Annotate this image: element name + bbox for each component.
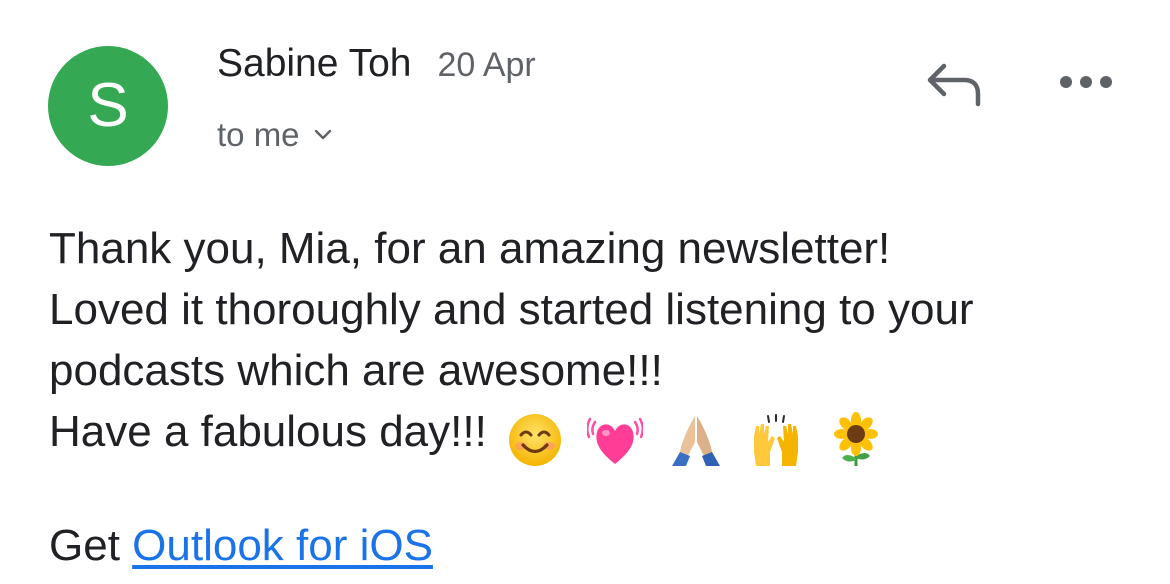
message-line: Loved it thoroughly and started listenin… [49,285,974,334]
emoji-row [507,407,896,468]
message-line: Thank you, Mia, for an amazing newslette… [49,224,891,273]
sunflower-emoji [834,412,879,467]
avatar[interactable]: S [48,46,168,166]
outlook-for-ios-link[interactable]: Outlook for iOS [132,521,433,570]
recipient-details-toggle[interactable]: to me [217,116,332,154]
more-options-icon[interactable] [1058,70,1114,94]
raising-hands-emoji [753,414,798,467]
message-line: Have a fabulous day!!! [49,407,487,456]
message-line-with-emojis: Have a fabulous day!!! [49,401,1149,468]
email-message-view: S Sabine Toh 20 Apr to me Thank you, Mia… [0,0,1170,584]
message-date: 20 Apr [437,46,536,84]
message-line: podcasts which are awesome!!! [49,346,663,395]
recipient-label: to me [217,116,300,153]
message-body: Thank you, Mia, for an amazing newslette… [49,218,1149,468]
email-signature: Get Outlook for iOS [49,515,433,576]
chevron-down-icon [314,129,331,140]
signature-prefix: Get [49,521,120,570]
folded-hands-emoji [671,416,720,467]
sender-name[interactable]: Sabine Toh [217,42,411,86]
sender-line: Sabine Toh 20 Apr [217,42,536,86]
smiling-face-emoji [509,414,562,467]
beating-heart-emoji [587,418,644,465]
reply-icon[interactable] [924,58,986,108]
